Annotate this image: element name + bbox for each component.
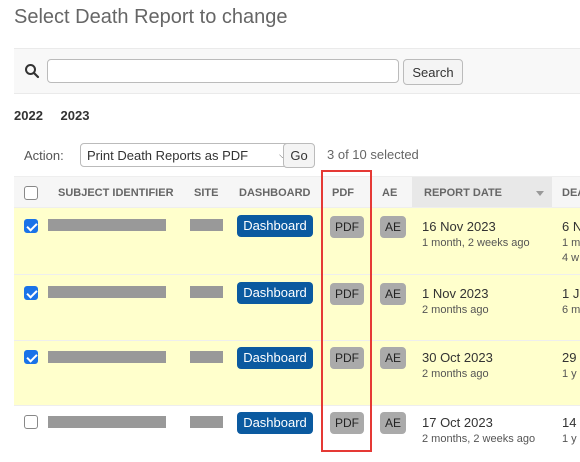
death-date: 1 Ju	[562, 286, 580, 301]
column-header-site[interactable]: Site	[194, 187, 218, 199]
death-date: 6 N	[562, 219, 580, 234]
redacted-subject-identifier	[48, 416, 166, 428]
death-date-relative: 6 m	[562, 304, 580, 316]
dashboard-button[interactable]: Dashboard	[237, 412, 313, 434]
dashboard-button[interactable]: Dashboard	[237, 282, 313, 304]
page-title: Select Death Report to change	[14, 6, 288, 28]
table-row: Dashboard PDF AE 16 Nov 2023 1 month, 2 …	[14, 208, 580, 275]
table-row: Dashboard PDF AE 17 Oct 2023 2 months, 2…	[14, 406, 580, 462]
redacted-site	[190, 286, 223, 298]
death-date: 29	[562, 350, 577, 365]
dashboard-button[interactable]: Dashboard	[237, 215, 313, 237]
action-select-value: Print Death Reports as PDF	[87, 147, 249, 163]
search-bar: Search	[14, 48, 580, 94]
column-header-death-date[interactable]: Dea	[562, 187, 580, 199]
date-hierarchy: 2022 2023	[14, 108, 103, 123]
death-date-relative: 1 y	[562, 368, 577, 380]
select-all-checkbox[interactable]	[24, 186, 38, 200]
report-date: 1 Nov 2023	[422, 286, 489, 301]
sort-desc-icon	[536, 191, 544, 196]
redacted-subject-identifier	[48, 219, 166, 231]
report-date-relative: 1 month, 2 weeks ago	[422, 237, 530, 249]
report-date-relative: 2 months ago	[422, 368, 489, 380]
redacted-site	[190, 351, 223, 363]
actions-bar: Action: Print Death Reports as PDF ⌵ Go …	[14, 140, 580, 172]
search-input[interactable]	[47, 59, 399, 83]
report-date: 17 Oct 2023	[422, 415, 493, 430]
column-header-report-date-label: Report Date	[424, 187, 503, 199]
ae-button[interactable]: AE	[380, 283, 406, 305]
action-label: Action:	[24, 148, 64, 163]
ae-button[interactable]: AE	[380, 412, 406, 434]
redacted-site	[190, 219, 223, 231]
column-header-ae[interactable]: AE	[382, 187, 397, 199]
search-icon	[25, 64, 40, 79]
row-checkbox[interactable]	[24, 286, 38, 300]
date-link-2022[interactable]: 2022	[14, 108, 43, 123]
go-button[interactable]: Go	[283, 143, 315, 168]
table-row: Dashboard PDF AE 30 Oct 2023 2 months ag…	[14, 341, 580, 406]
redacted-subject-identifier	[48, 351, 166, 363]
pdf-column-highlight	[321, 170, 372, 452]
redacted-subject-identifier	[48, 286, 166, 298]
death-date-relative: 1 m	[562, 237, 580, 249]
redacted-site	[190, 416, 223, 428]
selection-count: 3 of 10 selected	[327, 147, 419, 162]
report-date: 30 Oct 2023	[422, 350, 493, 365]
action-select[interactable]: Print Death Reports as PDF ⌵	[80, 143, 293, 167]
row-checkbox[interactable]	[24, 415, 38, 429]
report-date-relative: 2 months ago	[422, 304, 489, 316]
table-header: Subject Identifier Site Dashboard PDF AE…	[14, 176, 580, 208]
death-date-relative-extra: 4 w	[562, 252, 580, 264]
ae-button[interactable]: AE	[380, 347, 406, 369]
row-checkbox[interactable]	[24, 350, 38, 364]
report-date: 16 Nov 2023	[422, 219, 496, 234]
column-header-dashboard[interactable]: Dashboard	[239, 187, 311, 199]
row-checkbox[interactable]	[24, 219, 38, 233]
death-date: 14	[562, 415, 577, 430]
report-date-relative: 2 months, 2 weeks ago	[422, 433, 536, 445]
column-header-report-date[interactable]: Report Date	[412, 177, 552, 207]
death-date-relative: 1 y	[562, 433, 577, 445]
date-link-2023[interactable]: 2023	[61, 108, 90, 123]
ae-button[interactable]: AE	[380, 216, 406, 238]
column-header-subject-identifier[interactable]: Subject Identifier	[58, 187, 174, 199]
search-button[interactable]: Search	[403, 59, 463, 85]
table-row: Dashboard PDF AE 1 Nov 2023 2 months ago…	[14, 275, 580, 341]
dashboard-button[interactable]: Dashboard	[237, 347, 313, 369]
